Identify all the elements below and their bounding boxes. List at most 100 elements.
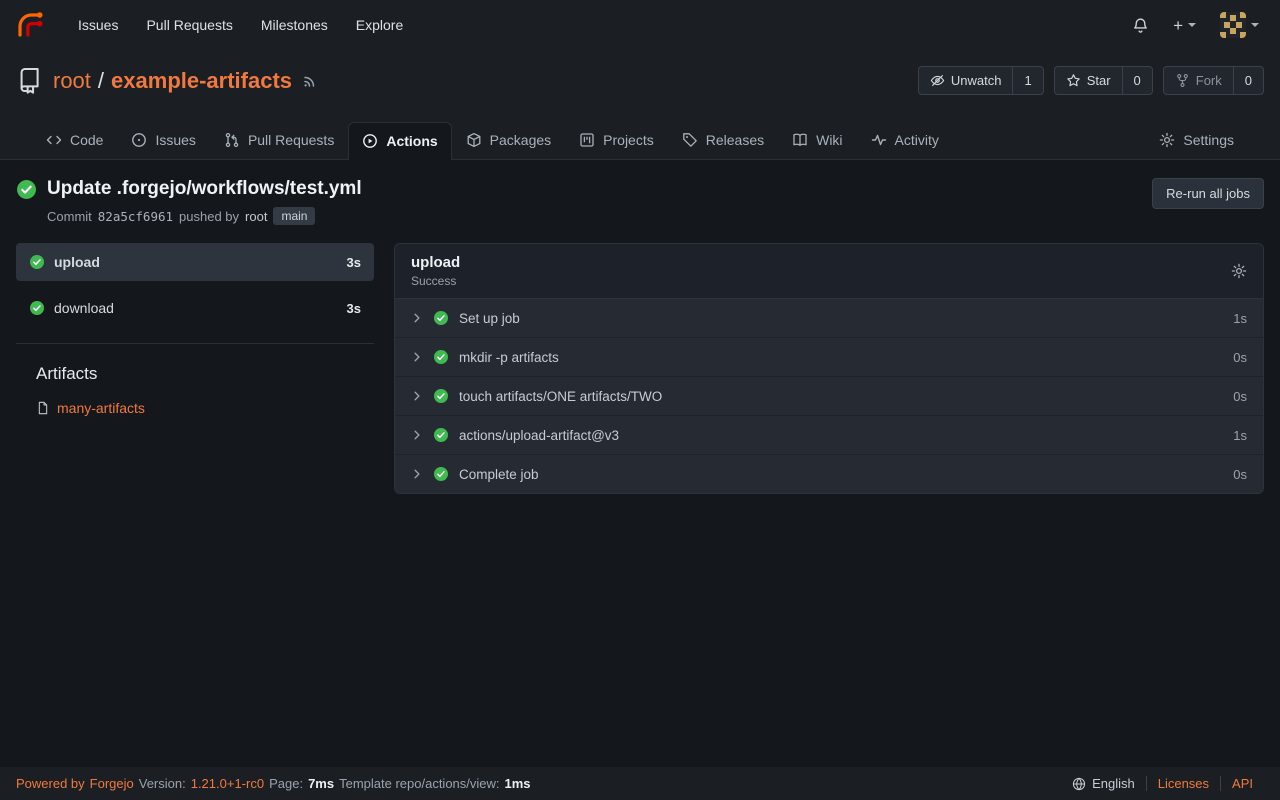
- success-check-icon: [433, 466, 449, 482]
- nav-issues[interactable]: Issues: [64, 17, 132, 33]
- tab-activity[interactable]: Activity: [857, 121, 953, 159]
- job-duration: 3s: [347, 255, 361, 270]
- step-row[interactable]: actions/upload-artifact@v3 1s: [395, 415, 1263, 454]
- step-row[interactable]: Set up job 1s: [395, 299, 1263, 337]
- footer-links: English Licenses API: [1061, 776, 1264, 791]
- unwatch-label: Unwatch: [951, 73, 1002, 88]
- document-icon: [36, 401, 50, 415]
- tab-releases[interactable]: Releases: [668, 121, 778, 159]
- version-link[interactable]: 1.21.0+1-rc0: [191, 776, 264, 791]
- artifact-download-link[interactable]: many-artifacts: [57, 400, 145, 416]
- job-item-download[interactable]: download 3s: [16, 289, 374, 327]
- tab-wiki[interactable]: Wiki: [778, 121, 856, 159]
- step-duration: 0s: [1233, 350, 1247, 365]
- chevron-right-icon: [411, 468, 423, 480]
- template-time: 1ms: [505, 776, 531, 791]
- repo-owner-link[interactable]: root: [53, 68, 91, 94]
- tab-packages[interactable]: Packages: [452, 121, 565, 159]
- tag-icon: [682, 132, 698, 148]
- step-duration: 1s: [1233, 311, 1247, 326]
- powered-by-link[interactable]: Powered by: [16, 776, 85, 791]
- job-item-upload[interactable]: upload 3s: [16, 243, 374, 281]
- repository-icon: [16, 67, 43, 94]
- pusher-link[interactable]: root: [245, 209, 267, 224]
- step-name: touch artifacts/ONE artifacts/TWO: [459, 389, 662, 404]
- navbar-right: +: [1123, 6, 1268, 44]
- job-duration: 3s: [347, 301, 361, 316]
- breadcrumb-separator: /: [98, 68, 104, 94]
- page-time: 7ms: [308, 776, 334, 791]
- globe-icon: [1072, 777, 1086, 791]
- rerun-all-jobs-button[interactable]: Re-run all jobs: [1152, 178, 1264, 209]
- step-duration: 0s: [1233, 389, 1247, 404]
- create-new-button[interactable]: +: [1164, 11, 1205, 40]
- star-label: Star: [1087, 73, 1111, 88]
- actions-run-view: Update .forgejo/workflows/test.yml Commi…: [0, 160, 1280, 767]
- actions-play-icon: [362, 133, 378, 149]
- package-icon: [466, 132, 482, 148]
- top-navbar: Issues Pull Requests Milestones Explore …: [0, 0, 1280, 50]
- page-label: Page:: [269, 776, 303, 791]
- forgejo-link[interactable]: Forgejo: [90, 776, 134, 791]
- tab-actions[interactable]: Actions: [348, 122, 451, 160]
- step-row[interactable]: Complete job 0s: [395, 454, 1263, 493]
- step-row[interactable]: touch artifacts/ONE artifacts/TWO 0s: [395, 376, 1263, 415]
- repo-action-buttons: Unwatch 1 Star 0: [918, 66, 1264, 95]
- rss-icon[interactable]: [302, 73, 318, 89]
- success-check-icon: [433, 310, 449, 326]
- repo-name-link[interactable]: example-artifacts: [111, 68, 292, 94]
- language-label: English: [1092, 776, 1135, 791]
- stars-count[interactable]: 0: [1122, 67, 1152, 94]
- step-name: actions/upload-artifact@v3: [459, 428, 619, 443]
- job-steps-list: Set up job 1s mkdir -p artifacts 0s touc…: [395, 299, 1263, 493]
- divider: [16, 343, 374, 344]
- tab-settings[interactable]: Settings: [1145, 121, 1248, 159]
- step-duration: 1s: [1233, 428, 1247, 443]
- pushed-by-label: pushed by: [179, 209, 239, 224]
- chevron-right-icon: [411, 312, 423, 324]
- job-detail-header: upload Success: [395, 244, 1263, 299]
- language-selector[interactable]: English: [1061, 776, 1146, 791]
- unwatch-button[interactable]: Unwatch 1: [918, 66, 1044, 95]
- chevron-down-icon: [1251, 23, 1259, 27]
- star-button[interactable]: Star 0: [1054, 66, 1153, 95]
- tab-pull-requests[interactable]: Pull Requests: [210, 121, 348, 159]
- job-detail-panel: upload Success Set up job 1s: [394, 243, 1264, 494]
- nav-milestones[interactable]: Milestones: [247, 17, 342, 33]
- job-status: Success: [411, 274, 460, 288]
- success-check-icon: [433, 349, 449, 365]
- tab-projects[interactable]: Projects: [565, 121, 668, 159]
- forks-count[interactable]: 0: [1233, 67, 1263, 94]
- tab-issues[interactable]: Issues: [117, 121, 209, 159]
- step-row[interactable]: mkdir -p artifacts 0s: [395, 337, 1263, 376]
- artifact-item[interactable]: many-artifacts: [36, 400, 374, 416]
- step-name: Set up job: [459, 311, 520, 326]
- notifications-bell-icon[interactable]: [1123, 11, 1158, 40]
- watchers-count[interactable]: 1: [1012, 67, 1042, 94]
- success-check-icon: [29, 300, 45, 316]
- template-label: Template repo/actions/view:: [339, 776, 499, 791]
- chevron-right-icon: [411, 429, 423, 441]
- fork-button[interactable]: Fork 0: [1163, 66, 1264, 95]
- tab-code[interactable]: Code: [32, 121, 117, 159]
- avatar: [1220, 12, 1246, 38]
- api-link[interactable]: API: [1220, 776, 1264, 791]
- footer-info: Powered by Forgejo Version: 1.21.0+1-rc0…: [16, 776, 531, 791]
- repo-tabs: Code Issues Pull Requests Actions Packag…: [0, 109, 1280, 160]
- branch-badge[interactable]: main: [273, 207, 315, 225]
- forgejo-logo-icon[interactable]: [14, 9, 46, 41]
- licenses-link[interactable]: Licenses: [1146, 776, 1220, 791]
- nav-pull-requests[interactable]: Pull Requests: [132, 17, 246, 33]
- commit-sha-link[interactable]: 82a5cf6961: [98, 209, 173, 224]
- job-options-gear-icon[interactable]: [1231, 263, 1247, 279]
- user-menu-button[interactable]: [1211, 6, 1268, 44]
- jobs-sidebar: upload 3s download 3s Artifacts many-art…: [16, 243, 374, 416]
- job-name: download: [54, 300, 114, 316]
- step-name: Complete job: [459, 467, 539, 482]
- success-check-icon: [433, 388, 449, 404]
- fork-label: Fork: [1196, 73, 1222, 88]
- nav-explore[interactable]: Explore: [342, 17, 417, 33]
- commit-label: Commit: [47, 209, 92, 224]
- job-name: upload: [54, 254, 100, 270]
- job-detail-title: upload: [411, 254, 460, 271]
